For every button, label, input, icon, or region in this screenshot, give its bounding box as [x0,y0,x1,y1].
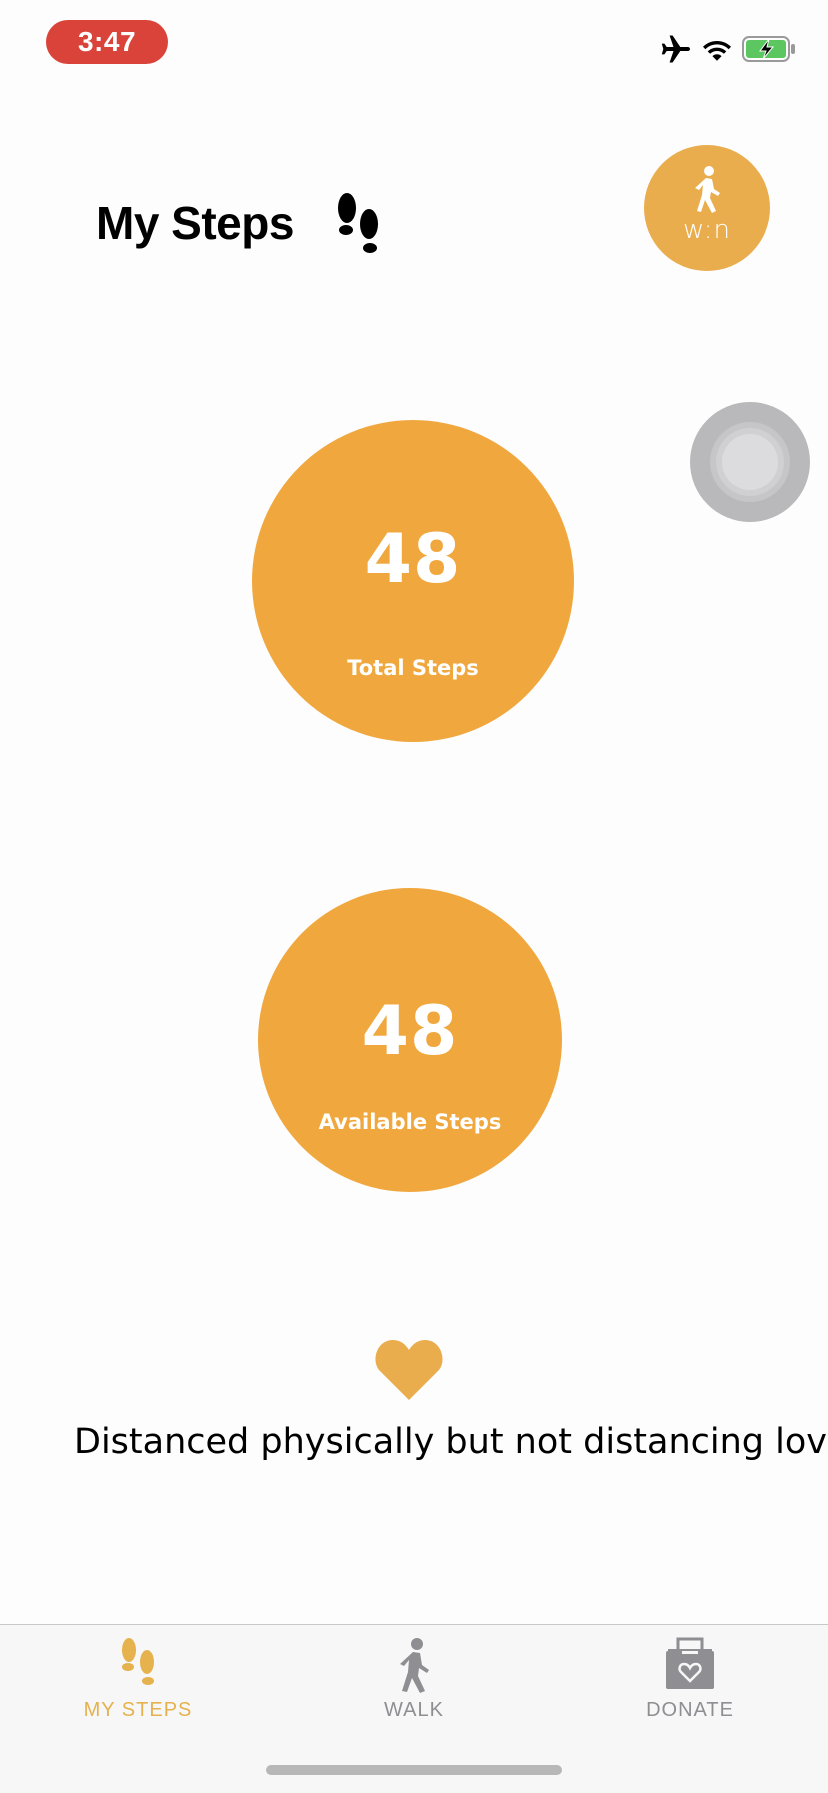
assistive-touch-center [722,434,778,490]
tab-bar: MY STEPS WALK DONATE [0,1624,828,1793]
battery-charging-icon [742,36,796,62]
available-steps-circle: 48 Available Steps [258,888,562,1192]
tab-walk[interactable]: WALK [276,1625,552,1735]
win-label: w:n [682,215,732,245]
donation-box-icon [664,1637,716,1695]
footprints-icon [333,192,383,260]
total-steps-label: Total Steps [347,656,479,680]
available-steps-label: Available Steps [318,1110,502,1134]
walker-icon [396,1637,432,1697]
win-button[interactable]: w:n [644,145,770,271]
available-steps-value: 48 [361,992,459,1071]
airplane-icon [660,34,692,64]
heart-icon [374,1338,444,1402]
tab-my-steps[interactable]: MY STEPS [0,1625,276,1735]
status-time: 3:47 [46,20,168,64]
tab-label: MY STEPS [83,1699,193,1721]
page-title: My Steps [96,197,294,249]
walker-icon [692,165,722,213]
footprints-icon [118,1637,158,1695]
wifi-icon [702,37,732,61]
love-message: Distanced physically but not distancing … [74,1422,828,1462]
status-icons [660,34,796,64]
tab-donate[interactable]: DONATE [552,1625,828,1735]
total-steps-circle: 48 Total Steps [252,420,574,742]
assistive-touch-button[interactable] [690,402,810,522]
tab-label: DONATE [646,1699,734,1721]
tab-label: WALK [384,1699,444,1721]
total-steps-value: 48 [364,520,462,599]
home-indicator [266,1765,562,1775]
